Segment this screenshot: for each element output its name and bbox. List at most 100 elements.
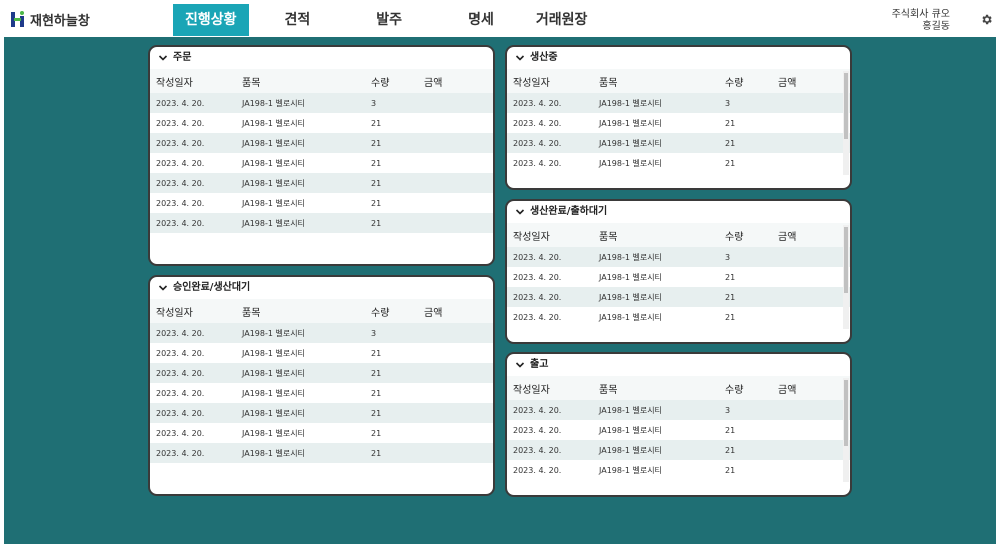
- table-row[interactable]: 2023. 4. 20. JA198-1 벨로시티 21: [150, 343, 493, 363]
- main-nav: 진행상황 견적 발주 명세 거래원장: [173, 4, 609, 36]
- table-row[interactable]: 2023. 4. 20. JA198-1 벨로시티 21: [150, 363, 493, 383]
- scrollbar-thumb[interactable]: [844, 380, 848, 446]
- col-header-date[interactable]: 작성일자: [507, 69, 599, 93]
- logo-text: 재현하늘창: [30, 13, 90, 29]
- col-header-qty[interactable]: 수량: [371, 69, 424, 93]
- approved-table: 작성일자 품목 수량 금액 2023. 4. 20. JA198-1 벨로시티 3 …: [150, 299, 493, 463]
- nav-tab-statement[interactable]: 명세: [448, 4, 514, 36]
- cell-item: JA198-1 벨로시티: [242, 383, 371, 403]
- cell-date: 2023. 4. 20.: [150, 403, 242, 423]
- cell-qty: 21: [371, 443, 424, 463]
- panel-order: 주문 작성일자 품목 수량 금액 2023. 4. 20. JA198-1 벨로시…: [148, 45, 495, 266]
- table-row[interactable]: 2023. 4. 20. JA198-1 벨로시티 21: [150, 173, 493, 193]
- panel-header-order[interactable]: 주문: [150, 47, 493, 69]
- col-header-item[interactable]: 품목: [599, 69, 725, 93]
- col-header-date[interactable]: 작성일자: [507, 376, 599, 400]
- cell-amount: [424, 113, 493, 133]
- table-row[interactable]: 2023. 4. 20. JA198-1 벨로시티 21: [150, 443, 493, 463]
- col-header-amount[interactable]: 금액: [778, 376, 850, 400]
- col-header-date[interactable]: 작성일자: [507, 223, 599, 247]
- scrollbar[interactable]: [843, 225, 849, 329]
- panel-header-approved[interactable]: 승인완료/생산대기: [150, 277, 493, 299]
- table-row[interactable]: 2023. 4. 20. JA198-1 벨로시티 21: [150, 113, 493, 133]
- scrollbar-thumb[interactable]: [844, 73, 848, 139]
- table-row[interactable]: 2023. 4. 20. JA198-1 벨로시티 21: [150, 403, 493, 423]
- cell-item: JA198-1 벨로시티: [599, 400, 725, 420]
- col-header-item[interactable]: 품목: [599, 223, 725, 247]
- col-header-item[interactable]: 품목: [242, 299, 371, 323]
- table-row[interactable]: 2023. 4. 20. JA198-1 벨로시티 3: [507, 247, 850, 267]
- table-row[interactable]: 2023. 4. 20. JA198-1 벨로시티 21: [150, 133, 493, 153]
- cell-amount: [424, 363, 493, 383]
- cell-qty: 21: [371, 193, 424, 213]
- col-header-date[interactable]: 작성일자: [150, 69, 242, 93]
- table-row[interactable]: 2023. 4. 20. JA198-1 벨로시티 21: [150, 423, 493, 443]
- gear-icon[interactable]: [980, 13, 993, 26]
- col-header-item[interactable]: 품목: [242, 69, 371, 93]
- table-row[interactable]: 2023. 4. 20. JA198-1 벨로시티 21: [507, 440, 850, 460]
- nav-tab-order[interactable]: 발주: [356, 4, 422, 36]
- cell-date: 2023. 4. 20.: [150, 383, 242, 403]
- cell-item: JA198-1 벨로시티: [242, 213, 371, 233]
- table-row[interactable]: 2023. 4. 20. JA198-1 벨로시티 21: [150, 383, 493, 403]
- cell-qty: 21: [725, 307, 778, 327]
- cell-qty: 21: [725, 287, 778, 307]
- cell-item: JA198-1 벨로시티: [599, 440, 725, 460]
- table-row[interactable]: 2023. 4. 20. JA198-1 벨로시티 21: [507, 267, 850, 287]
- chevron-down-icon: [158, 285, 168, 291]
- col-header-amount[interactable]: 금액: [424, 69, 493, 93]
- table-row[interactable]: 2023. 4. 20. JA198-1 벨로시티 21: [507, 133, 850, 153]
- table-row[interactable]: 2023. 4. 20. JA198-1 벨로시티 21: [507, 420, 850, 440]
- scrollbar[interactable]: [843, 71, 849, 175]
- nav-tab-status[interactable]: 진행상황: [173, 4, 249, 36]
- table-row[interactable]: 2023. 4. 20. JA198-1 벨로시티 3: [150, 93, 493, 113]
- cell-qty: 21: [371, 173, 424, 193]
- table-row[interactable]: 2023. 4. 20. JA198-1 벨로시티 3: [507, 400, 850, 420]
- cell-qty: 21: [371, 363, 424, 383]
- col-header-qty[interactable]: 수량: [725, 376, 778, 400]
- scrollbar[interactable]: [843, 378, 849, 482]
- table-row[interactable]: 2023. 4. 20. JA198-1 벨로시티 21: [507, 460, 850, 480]
- scrollbar-thumb[interactable]: [844, 227, 848, 293]
- cell-date: 2023. 4. 20.: [150, 423, 242, 443]
- table-row[interactable]: 2023. 4. 20. JA198-1 벨로시티 21: [150, 213, 493, 233]
- panel-header-in-production[interactable]: 생산중: [507, 47, 850, 69]
- shipped-table: 작성일자 품목 수량 금액 2023. 4. 20. JA198-1 벨로시티 3 …: [507, 376, 850, 480]
- col-header-amount[interactable]: 금액: [778, 223, 850, 247]
- cell-qty: 21: [371, 403, 424, 423]
- table-row[interactable]: 2023. 4. 20. JA198-1 벨로시티 3: [507, 93, 850, 113]
- cell-date: 2023. 4. 20.: [507, 307, 599, 327]
- table-row[interactable]: 2023. 4. 20. JA198-1 벨로시티 21: [507, 113, 850, 133]
- cell-amount: [778, 307, 850, 327]
- table-row[interactable]: 2023. 4. 20. JA198-1 벨로시티 21: [150, 153, 493, 173]
- table-row[interactable]: 2023. 4. 20. JA198-1 벨로시티 21: [507, 153, 850, 173]
- cell-amount: [424, 213, 493, 233]
- cell-amount: [424, 343, 493, 363]
- col-header-qty[interactable]: 수량: [725, 69, 778, 93]
- user-info[interactable]: 주식회사 큐오 홍길동: [892, 9, 950, 33]
- table-row[interactable]: 2023. 4. 20. JA198-1 벨로시티 21: [507, 287, 850, 307]
- cell-date: 2023. 4. 20.: [507, 460, 599, 480]
- cell-item: JA198-1 벨로시티: [599, 267, 725, 287]
- col-header-qty[interactable]: 수량: [725, 223, 778, 247]
- cell-qty: 21: [371, 383, 424, 403]
- logo[interactable]: 재현하늘창: [10, 9, 90, 29]
- table-row[interactable]: 2023. 4. 20. JA198-1 벨로시티 3: [150, 323, 493, 343]
- panel-header-shipped[interactable]: 출고: [507, 354, 850, 376]
- nav-tab-estimate[interactable]: 견적: [265, 4, 331, 36]
- nav-tab-ledger[interactable]: 거래원장: [524, 4, 600, 36]
- col-header-amount[interactable]: 금액: [778, 69, 850, 93]
- cell-amount: [424, 403, 493, 423]
- table-row[interactable]: 2023. 4. 20. JA198-1 벨로시티 21: [150, 193, 493, 213]
- col-header-date[interactable]: 작성일자: [150, 299, 242, 323]
- cell-item: JA198-1 벨로시티: [599, 153, 725, 173]
- table-row[interactable]: 2023. 4. 20. JA198-1 벨로시티 21: [507, 307, 850, 327]
- cell-item: JA198-1 벨로시티: [242, 323, 371, 343]
- col-header-item[interactable]: 품목: [599, 376, 725, 400]
- col-header-amount[interactable]: 금액: [424, 299, 493, 323]
- col-header-qty[interactable]: 수량: [371, 299, 424, 323]
- cell-amount: [778, 460, 850, 480]
- cell-date: 2023. 4. 20.: [150, 363, 242, 383]
- cell-qty: 21: [725, 460, 778, 480]
- panel-header-ready-to-ship[interactable]: 생산완료/출하대기: [507, 201, 850, 223]
